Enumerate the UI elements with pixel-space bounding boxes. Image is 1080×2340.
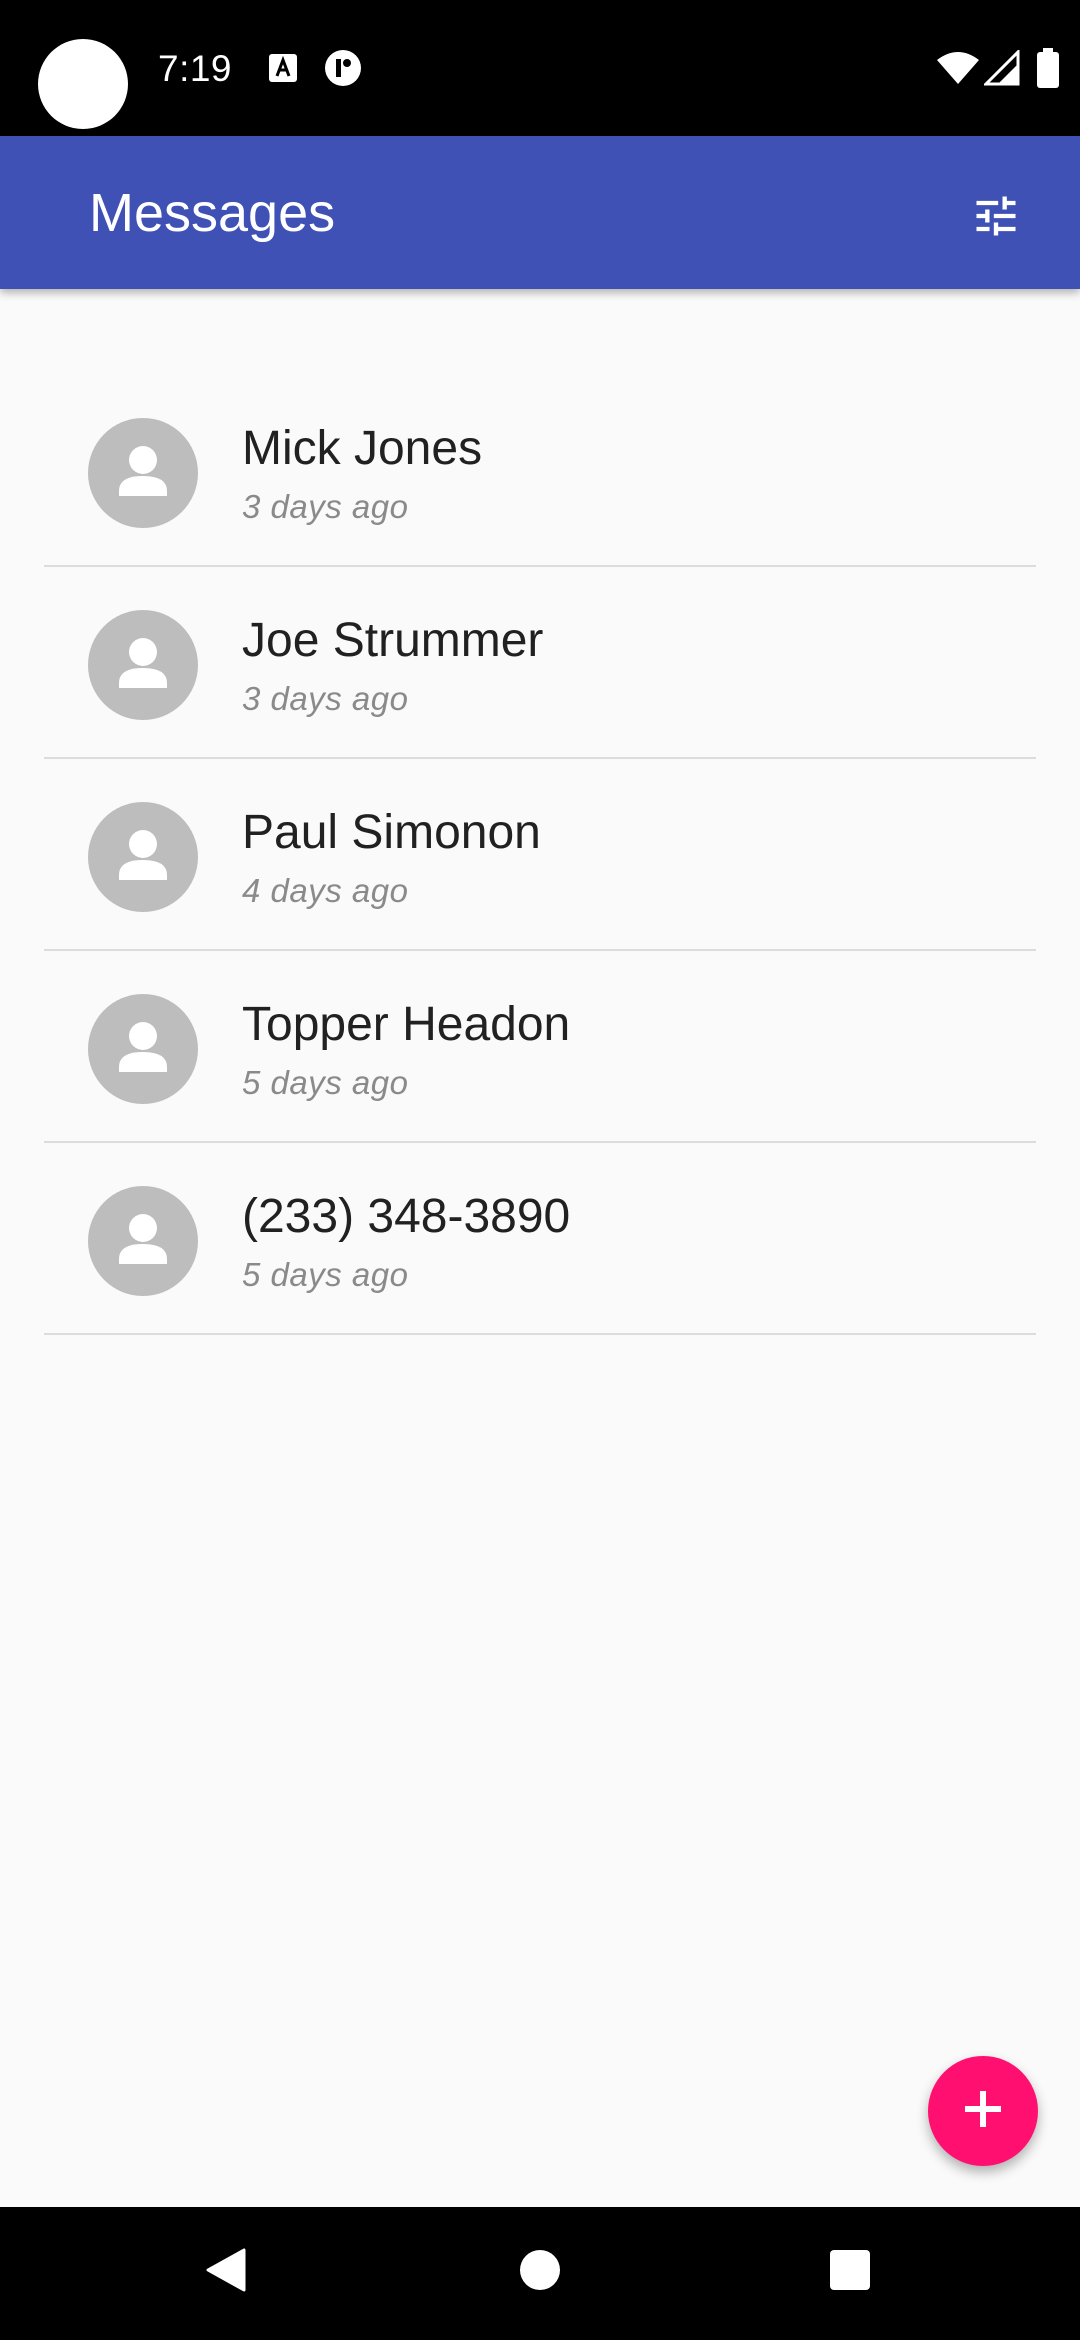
tune-filter-icon	[970, 190, 1022, 247]
message-timestamp: 3 days ago	[242, 488, 409, 525]
recents-button[interactable]	[800, 2227, 900, 2317]
filter-button[interactable]	[944, 166, 1048, 270]
message-timestamp: 5 days ago	[242, 1064, 409, 1101]
avatar	[88, 1186, 198, 1296]
message-timestamp: 4 days ago	[242, 872, 409, 909]
data-saver-icon	[324, 49, 362, 92]
navigation-bar	[0, 2207, 1080, 2340]
conversation-row[interactable]: Topper Headon 5 days ago	[0, 951, 1080, 1143]
cell-signal-icon	[982, 48, 1020, 91]
person-icon	[88, 830, 198, 912]
home-button[interactable]	[490, 2227, 590, 2317]
contact-name: Joe Strummer	[242, 614, 544, 667]
conversation-row[interactable]: (233) 348-3890 5 days ago	[0, 1143, 1080, 1335]
conversation-row[interactable]: Paul Simonon 4 days ago	[0, 759, 1080, 951]
app-bar: Messages	[0, 136, 1080, 289]
person-icon	[88, 1022, 198, 1104]
person-icon	[88, 446, 198, 528]
contact-name: (233) 348-3890	[242, 1190, 571, 1243]
back-button[interactable]	[176, 2227, 276, 2317]
battery-icon	[1036, 48, 1060, 93]
camera-cutout	[38, 39, 128, 129]
conversation-row[interactable]: Joe Strummer 3 days ago	[0, 567, 1080, 759]
conversation-list: Mick Jones 3 days ago Joe Strummer 3 day…	[0, 375, 1080, 1335]
message-timestamp: 3 days ago	[242, 680, 409, 717]
wifi-icon	[936, 50, 980, 91]
status-time: 7:19	[158, 48, 233, 89]
page-title: Messages	[89, 183, 336, 243]
avatar	[88, 418, 198, 528]
message-timestamp: 5 days ago	[242, 1256, 409, 1293]
phone-screen: 7:19 Messages Mick Jones 3 days ago Joe …	[0, 0, 1080, 2340]
home-icon	[519, 2249, 561, 2296]
new-message-button[interactable]	[928, 2056, 1038, 2166]
conversation-row[interactable]: Mick Jones 3 days ago	[0, 375, 1080, 567]
status-bar: 7:19	[0, 0, 1080, 136]
accessibility-a-icon	[268, 53, 298, 88]
contact-name: Topper Headon	[242, 998, 571, 1051]
person-icon	[88, 1214, 198, 1296]
contact-name: Mick Jones	[242, 422, 483, 475]
person-icon	[88, 638, 198, 720]
contact-name: Paul Simonon	[242, 806, 541, 859]
conversation-list-area: Mick Jones 3 days ago Joe Strummer 3 day…	[0, 289, 1080, 2207]
avatar	[88, 610, 198, 720]
back-icon	[204, 2246, 248, 2299]
avatar	[88, 994, 198, 1104]
add-icon	[961, 2087, 1005, 2136]
recents-icon	[829, 2249, 871, 2296]
divider	[44, 1333, 1036, 1335]
avatar	[88, 802, 198, 912]
